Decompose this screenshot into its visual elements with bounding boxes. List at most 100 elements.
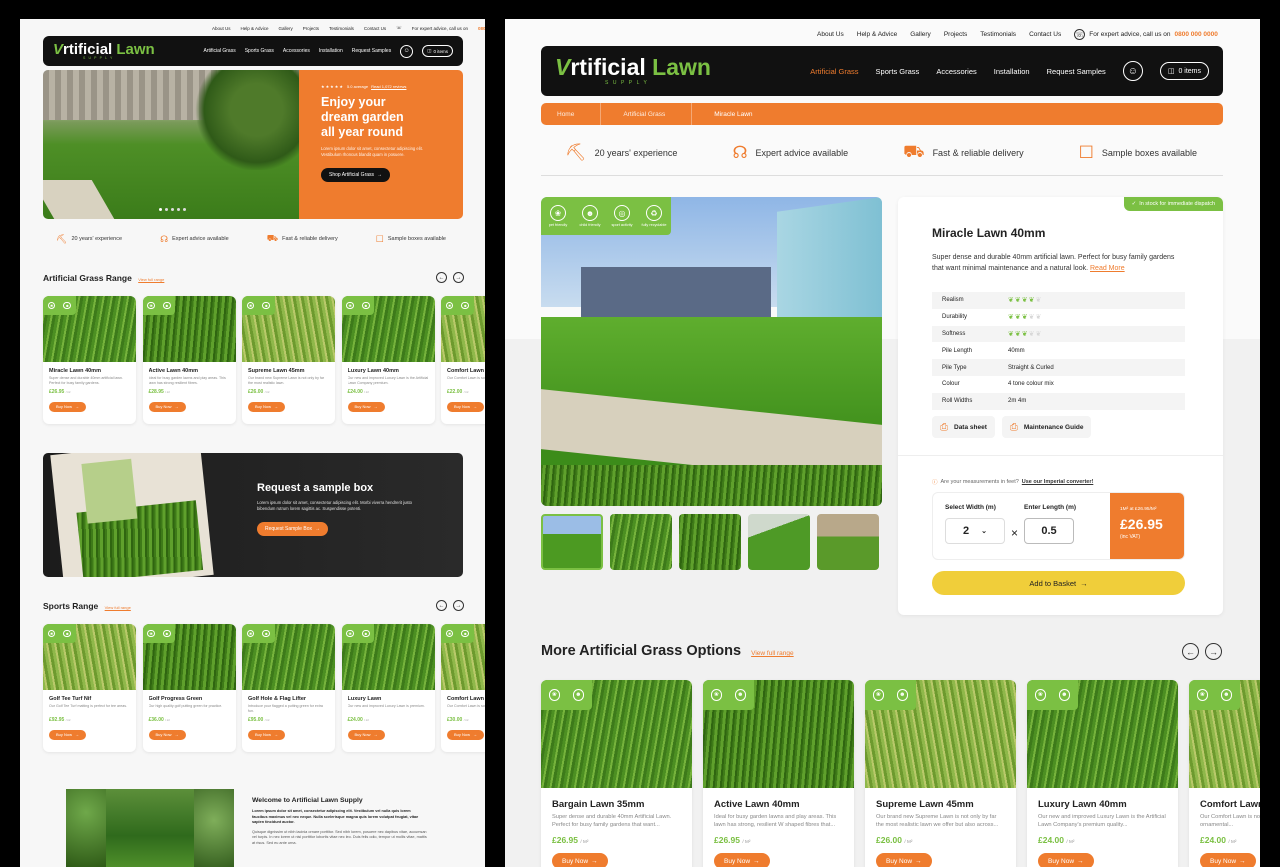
menu-accessories[interactable]: Accessories bbox=[283, 48, 310, 54]
more-options-link[interactable]: View full range bbox=[751, 650, 794, 657]
buy-now-button[interactable]: Buy Now → bbox=[248, 401, 286, 412]
product-name[interactable]: Bargain Lawn 35mm bbox=[552, 799, 681, 810]
product-card[interactable]: ❀ ☻ Bargain Lawn 35mm Super dense and durab… bbox=[541, 680, 692, 867]
breadcrumb-home[interactable]: Home bbox=[541, 103, 602, 125]
product-image[interactable]: ❀ ☻ bbox=[43, 624, 136, 690]
sports-link[interactable]: View full range bbox=[105, 605, 131, 610]
next-arrow-icon[interactable]: → bbox=[1205, 643, 1222, 660]
product-image[interactable]: ❀ ☻ bbox=[865, 680, 1016, 788]
phone-number[interactable]: 0800 000 0000 bbox=[1175, 31, 1218, 38]
product-image[interactable]: ❀ ☻ bbox=[242, 296, 335, 362]
buy-now-button[interactable]: Buy Now → bbox=[876, 853, 932, 867]
buy-now-button[interactable]: Buy Now → bbox=[148, 729, 186, 740]
reviews-link[interactable]: Read 1,072 reviews bbox=[371, 84, 406, 89]
menu-sports-grass[interactable]: Sports Grass bbox=[876, 67, 920, 76]
product-card[interactable]: ❀ ☻ Comfort Lawn Our Comfort Lawn is soft. £… bbox=[441, 296, 485, 424]
product-image[interactable]: ❀ ☻ bbox=[441, 624, 485, 690]
buy-now-button[interactable]: Buy Now → bbox=[714, 853, 770, 867]
request-sample-button[interactable]: Request Sample Box → bbox=[257, 521, 328, 536]
product-image[interactable]: ❀ ☻ bbox=[341, 624, 435, 690]
product-name[interactable]: Luxury Lawn 40mm bbox=[348, 368, 429, 374]
basket-button[interactable]: ◫ 0 items bbox=[422, 45, 453, 57]
product-image[interactable]: ❀ ☻ bbox=[142, 624, 236, 690]
product-card[interactable]: ❀ ☻ Golf Progress Green Our high quality go… bbox=[142, 624, 236, 752]
next-arrow-icon[interactable]: → bbox=[453, 600, 464, 611]
buy-now-button[interactable]: Buy Now → bbox=[347, 729, 385, 740]
product-name[interactable]: Active Lawn 40mm bbox=[714, 799, 843, 810]
top-link-gallery[interactable]: Gallery bbox=[910, 31, 931, 38]
product-name[interactable]: Comfort Lawn bbox=[447, 696, 485, 702]
menu-artificial-grass[interactable]: Artificial Grass bbox=[810, 67, 858, 76]
product-name[interactable]: Golf Tee Turf Nif bbox=[49, 696, 130, 702]
product-name[interactable]: Active Lawn 40mm bbox=[149, 368, 230, 374]
buy-now-button[interactable]: Buy Now → bbox=[1200, 853, 1256, 867]
top-link-contact[interactable]: Contact Us bbox=[364, 26, 386, 31]
account-icon[interactable]: ☺ bbox=[1122, 61, 1143, 81]
account-icon[interactable]: ☺ bbox=[400, 44, 414, 58]
product-name[interactable]: Supreme Lawn 45mm bbox=[876, 799, 1005, 810]
buy-now-button[interactable]: Buy Now → bbox=[552, 853, 608, 867]
product-card[interactable]: ❀ ☻ Comfort Lawn Our Comfort Lawn is soft. £… bbox=[441, 624, 485, 752]
thumbnail[interactable] bbox=[610, 514, 672, 570]
product-card[interactable]: ❀ ☻ Luxury Lawn Our new and improved Luxury… bbox=[341, 624, 435, 752]
product-image[interactable]: ❀ ☻ bbox=[142, 296, 236, 362]
imperial-converter-link[interactable]: Use our Imperial converter! bbox=[1022, 479, 1094, 485]
thumbnail[interactable] bbox=[748, 514, 810, 570]
thumbnail[interactable] bbox=[679, 514, 741, 570]
thumbnail[interactable] bbox=[541, 514, 603, 570]
brand-logo[interactable]: Vrtificial Lawn SUPPLY bbox=[555, 56, 711, 86]
product-name[interactable]: Comfort Lawn bbox=[1200, 799, 1260, 810]
product-image[interactable]: ❀ ☻ bbox=[43, 296, 136, 362]
basket-button[interactable]: ◫ 0 items bbox=[1159, 62, 1209, 80]
top-link-contact[interactable]: Contact Us bbox=[1029, 31, 1061, 38]
product-name[interactable]: Comfort Lawn bbox=[447, 368, 485, 374]
top-link-about[interactable]: About Us bbox=[212, 26, 231, 31]
product-name[interactable]: Golf Progress Green bbox=[149, 696, 230, 702]
product-card[interactable]: ❀ ☻ Supreme Lawn 45mm Our brand new Supreme… bbox=[865, 680, 1016, 867]
menu-artificial-grass[interactable]: Artificial Grass bbox=[203, 48, 235, 54]
product-image[interactable]: ❀ ☻ bbox=[1027, 680, 1178, 788]
product-image[interactable]: ❀ ☻ bbox=[703, 680, 854, 788]
menu-request-samples[interactable]: Request Samples bbox=[1047, 67, 1106, 76]
top-link-projects[interactable]: Projects bbox=[303, 26, 319, 31]
buy-now-button[interactable]: Buy Now → bbox=[447, 401, 485, 412]
data-sheet-button[interactable]: ⎙ Data sheet bbox=[932, 416, 995, 438]
width-select[interactable]: 2 ⌄ bbox=[945, 518, 1005, 544]
product-name[interactable]: Luxury Lawn 40mm bbox=[1038, 799, 1167, 810]
buy-now-button[interactable]: Buy Now → bbox=[347, 401, 385, 412]
top-link-testimonials[interactable]: Testimonials bbox=[980, 31, 1016, 38]
menu-sports-grass[interactable]: Sports Grass bbox=[245, 48, 274, 54]
brand-logo[interactable]: Vrtificial Lawn SUPPLY bbox=[53, 42, 155, 61]
buy-now-button[interactable]: Buy Now → bbox=[49, 729, 87, 740]
length-input[interactable]: 0.5 bbox=[1024, 518, 1075, 544]
shop-grass-button[interactable]: Shop Artificial Grass → bbox=[321, 167, 391, 182]
top-link-about[interactable]: About Us bbox=[817, 31, 844, 38]
phone-number[interactable]: 0800 000 0000 bbox=[478, 26, 485, 31]
menu-installation[interactable]: Installation bbox=[994, 67, 1030, 76]
product-name[interactable]: Golf Hole & Flag Lifter bbox=[248, 696, 329, 702]
breadcrumb-category[interactable]: Artificial Grass bbox=[601, 103, 693, 125]
top-link-help[interactable]: Help & Advice bbox=[241, 26, 269, 31]
buy-now-button[interactable]: Buy Now → bbox=[49, 401, 87, 412]
top-link-help[interactable]: Help & Advice bbox=[857, 31, 897, 38]
prev-arrow-icon[interactable]: ← bbox=[1182, 643, 1199, 660]
next-arrow-icon[interactable]: → bbox=[453, 272, 464, 283]
buy-now-button[interactable]: Buy Now → bbox=[447, 729, 485, 740]
product-card[interactable]: ❀ ☻ Luxury Lawn 40mm Our new and improved L… bbox=[341, 296, 435, 424]
top-link-testimonials[interactable]: Testimonials bbox=[329, 26, 354, 31]
top-link-gallery[interactable]: Gallery bbox=[279, 26, 293, 31]
product-image[interactable]: ❀ ☻ bbox=[242, 624, 335, 690]
product-card[interactable]: ❀ ☻ Active Lawn 40mm Ideal for busy garden … bbox=[142, 296, 236, 424]
product-card[interactable]: ❀ ☻ Luxury Lawn 40mm Our new and improved L… bbox=[1027, 680, 1178, 867]
buy-now-button[interactable]: Buy Now → bbox=[1038, 853, 1094, 867]
product-image[interactable]: ❀ ☻ bbox=[1189, 680, 1260, 788]
product-card[interactable]: ❀ ☻ Golf Tee Turf Nif Our Golf Tee Turf mat… bbox=[43, 624, 136, 752]
menu-installation[interactable]: Installation bbox=[319, 48, 343, 54]
buy-now-button[interactable]: Buy Now → bbox=[148, 401, 186, 412]
product-card[interactable]: ❀ ☻ Miracle Lawn 40mm Super dense and durab… bbox=[43, 296, 136, 424]
product-image[interactable]: ❀ ☻ bbox=[541, 680, 692, 788]
hero-carousel-dots[interactable] bbox=[159, 208, 186, 211]
thumbnail[interactable] bbox=[817, 514, 879, 570]
prev-arrow-icon[interactable]: ← bbox=[436, 600, 447, 611]
menu-request-samples[interactable]: Request Samples bbox=[352, 48, 391, 54]
